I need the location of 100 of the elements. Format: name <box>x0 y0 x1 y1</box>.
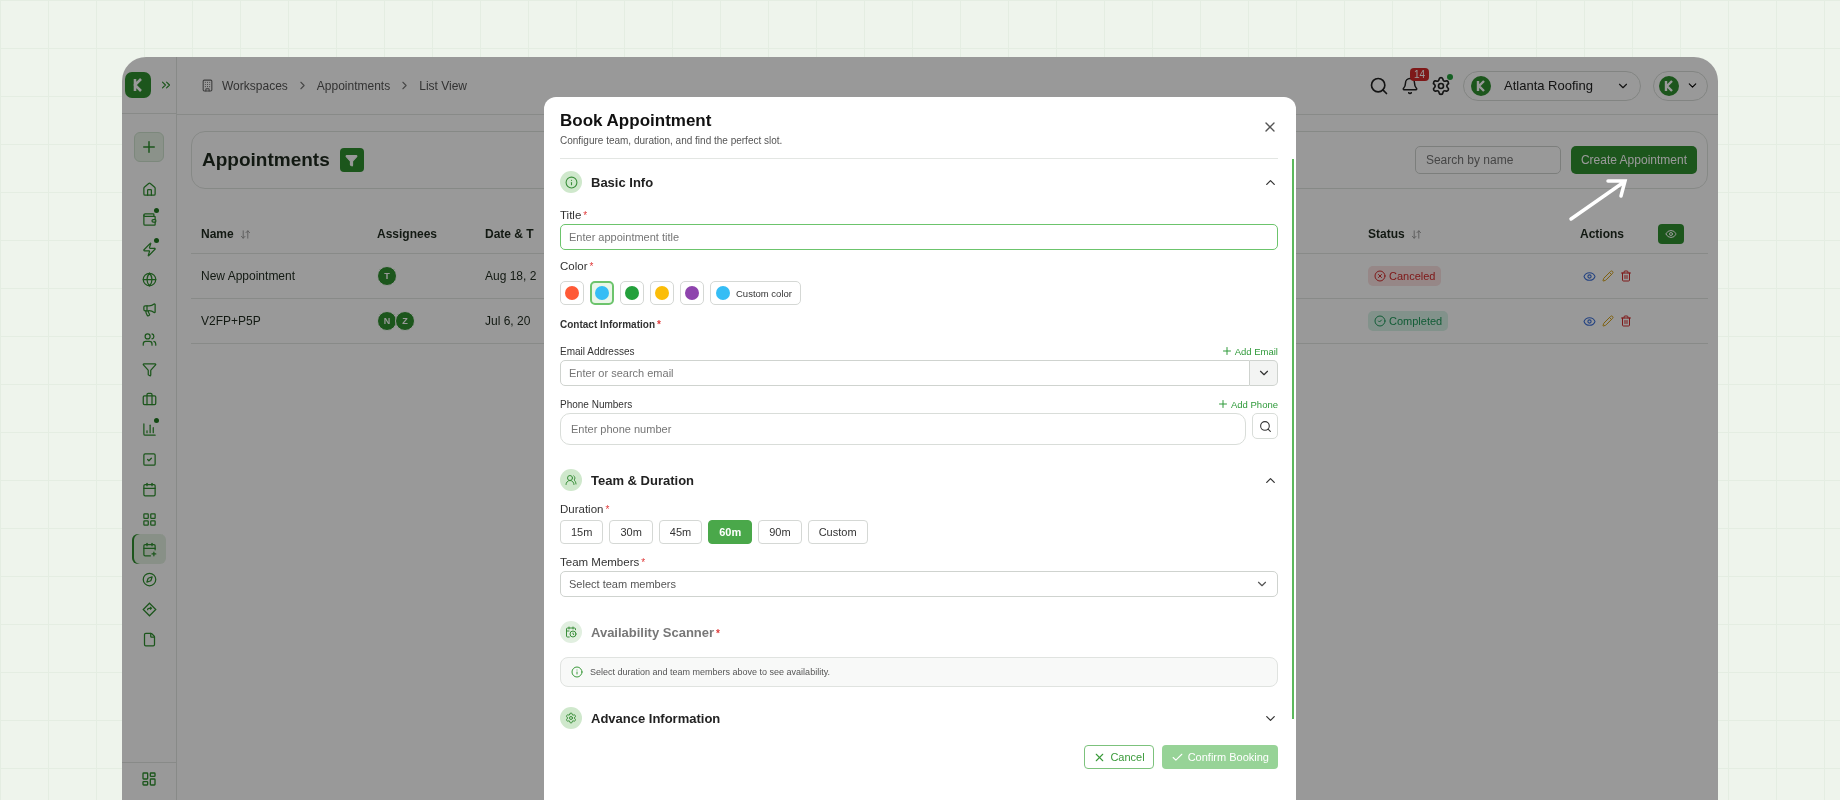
table-cell: Jul 6, 20 <box>485 314 531 328</box>
color-swatch[interactable] <box>560 281 584 305</box>
expand-icon[interactable] <box>159 78 173 92</box>
dialog-title: Book Appointment <box>560 111 713 131</box>
field-label: Team Members * <box>560 556 646 568</box>
checkbox-icon <box>141 451 157 467</box>
account-menu-button[interactable] <box>1653 70 1708 101</box>
diamond-arrow-icon <box>141 601 157 617</box>
search-icon <box>1258 419 1272 433</box>
calendar-clock-icon <box>565 626 577 638</box>
page-title: Appointments <box>202 149 330 171</box>
custom-color-button[interactable]: Custom color <box>710 281 801 305</box>
field-label: Title * <box>560 209 588 221</box>
color-swatch[interactable] <box>650 281 674 305</box>
calendar-plus-icon <box>141 541 157 557</box>
edit-icon[interactable] <box>1602 315 1614 327</box>
duration-option[interactable]: 90m <box>758 520 802 544</box>
select-placeholder: Select team members <box>569 578 676 590</box>
bar-chart-icon <box>141 421 157 437</box>
field-label: Phone Numbers <box>560 398 633 410</box>
add-email-link[interactable]: Add Email <box>1234 345 1278 357</box>
dropdown-button[interactable] <box>1250 360 1278 386</box>
status-badge: Completed <box>1368 311 1449 331</box>
calendar-icon <box>141 481 157 497</box>
lightning-icon <box>141 241 157 257</box>
field-label: Color * <box>560 260 594 272</box>
section-title: Basic Info <box>591 174 654 190</box>
circle-check-icon <box>1374 315 1386 327</box>
gear-icon <box>565 712 577 724</box>
building-icon <box>201 79 214 92</box>
cancel-button[interactable]: Cancel <box>1084 745 1154 769</box>
duration-option[interactable]: 45m <box>658 520 703 544</box>
color-swatch[interactable] <box>620 281 644 305</box>
email-field[interactable]: Enter or search email <box>560 360 1250 386</box>
breadcrumb-item[interactable]: Appointments <box>316 78 391 93</box>
column-header: Status <box>1368 227 1405 241</box>
funnel-icon <box>141 361 157 377</box>
notification-dot <box>154 208 159 213</box>
delete-icon[interactable] <box>1620 270 1632 282</box>
breadcrumb-item[interactable]: List View <box>419 78 467 93</box>
funnel-icon <box>345 153 359 167</box>
column-header: Date & T <box>485 227 534 241</box>
bell-icon[interactable] <box>1401 76 1419 95</box>
wallet-icon <box>141 211 157 227</box>
create-appointment-button[interactable]: Create Appointment <box>1570 146 1697 174</box>
field-label: Contact Information * <box>560 319 661 330</box>
breadcrumb-item[interactable]: Workspaces <box>222 78 288 93</box>
globe-icon <box>141 271 157 287</box>
table-cell: New Appointment <box>201 269 296 283</box>
section-title: Advance Information <box>591 710 721 726</box>
assignee-avatar: Z <box>395 311 415 331</box>
column-header: Actions <box>1580 227 1624 241</box>
plus-icon <box>140 138 158 156</box>
search-field[interactable]: Search by name <box>1414 146 1561 174</box>
table-cell: V2FP+P5P <box>201 314 261 328</box>
compass-icon <box>141 571 157 587</box>
add-button[interactable] <box>134 132 164 162</box>
duration-option[interactable]: 60m <box>708 520 753 544</box>
title-field[interactable]: Enter appointment title <box>560 224 1278 250</box>
dialog-subtitle: Configure team, duration, and find the perfect slot. <box>560 135 783 146</box>
delete-icon[interactable] <box>1620 315 1632 327</box>
color-swatch[interactable] <box>680 281 704 305</box>
notification-dot <box>154 418 159 423</box>
duration-option[interactable]: 15m <box>560 520 604 544</box>
logo-icon[interactable] <box>125 72 151 98</box>
assignee-avatar: N <box>377 311 397 331</box>
team-members-select[interactable]: Select team members <box>560 571 1278 597</box>
organization-selector[interactable]: Atlanta Roofing <box>1463 70 1641 101</box>
logo-icon <box>1470 74 1492 97</box>
view-icon[interactable] <box>1583 269 1596 283</box>
column-visibility-button[interactable] <box>1658 224 1684 244</box>
plus-icon[interactable] <box>1217 398 1229 410</box>
eye-icon <box>1665 228 1677 240</box>
section-title: Availability Scanner* <box>591 624 720 640</box>
filter-button[interactable] <box>339 148 364 172</box>
dashboard-icon[interactable] <box>141 771 157 787</box>
sort-icon[interactable] <box>1410 228 1422 240</box>
scrollbar[interactable] <box>1292 159 1294 719</box>
sort-icon[interactable] <box>239 228 251 240</box>
search-button[interactable] <box>1252 413 1278 439</box>
section-title: Team & Duration <box>591 472 695 488</box>
color-swatch[interactable] <box>590 281 614 305</box>
phone-field[interactable]: Enter phone number <box>560 413 1246 445</box>
home-icon <box>141 181 157 197</box>
sidebar-item[interactable] <box>132 534 166 564</box>
status-badge: Canceled <box>1368 266 1442 286</box>
duration-option[interactable]: 30m <box>609 520 653 544</box>
duration-option[interactable]: Custom <box>807 520 868 544</box>
plus-icon[interactable] <box>1220 345 1233 357</box>
document-icon <box>141 631 157 647</box>
view-icon[interactable] <box>1583 314 1596 328</box>
edit-icon[interactable] <box>1602 270 1614 282</box>
people-icon <box>141 331 157 347</box>
settings-icon[interactable] <box>1431 75 1451 96</box>
notice-text: Select duration and team members above to see availability. <box>590 667 830 677</box>
search-icon[interactable] <box>1369 75 1389 96</box>
logo-icon <box>1658 74 1680 97</box>
add-phone-link[interactable]: Add Phone <box>1231 398 1278 410</box>
field-label: Email Addresses <box>560 345 635 357</box>
notification-dot <box>154 238 159 243</box>
